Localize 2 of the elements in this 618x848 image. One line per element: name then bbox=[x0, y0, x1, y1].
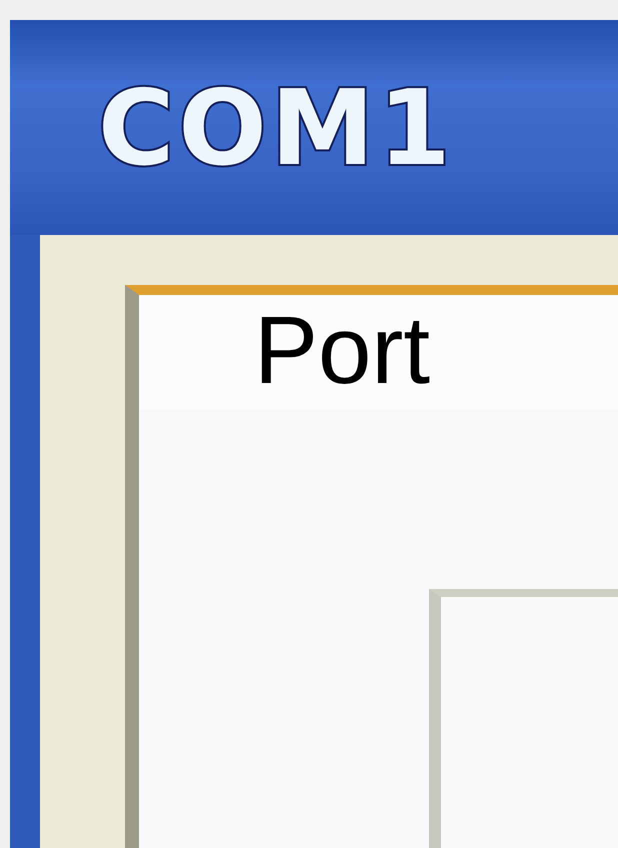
window-title: COM1 bbox=[98, 66, 455, 188]
tab[interactable]: Port bbox=[125, 285, 618, 409]
